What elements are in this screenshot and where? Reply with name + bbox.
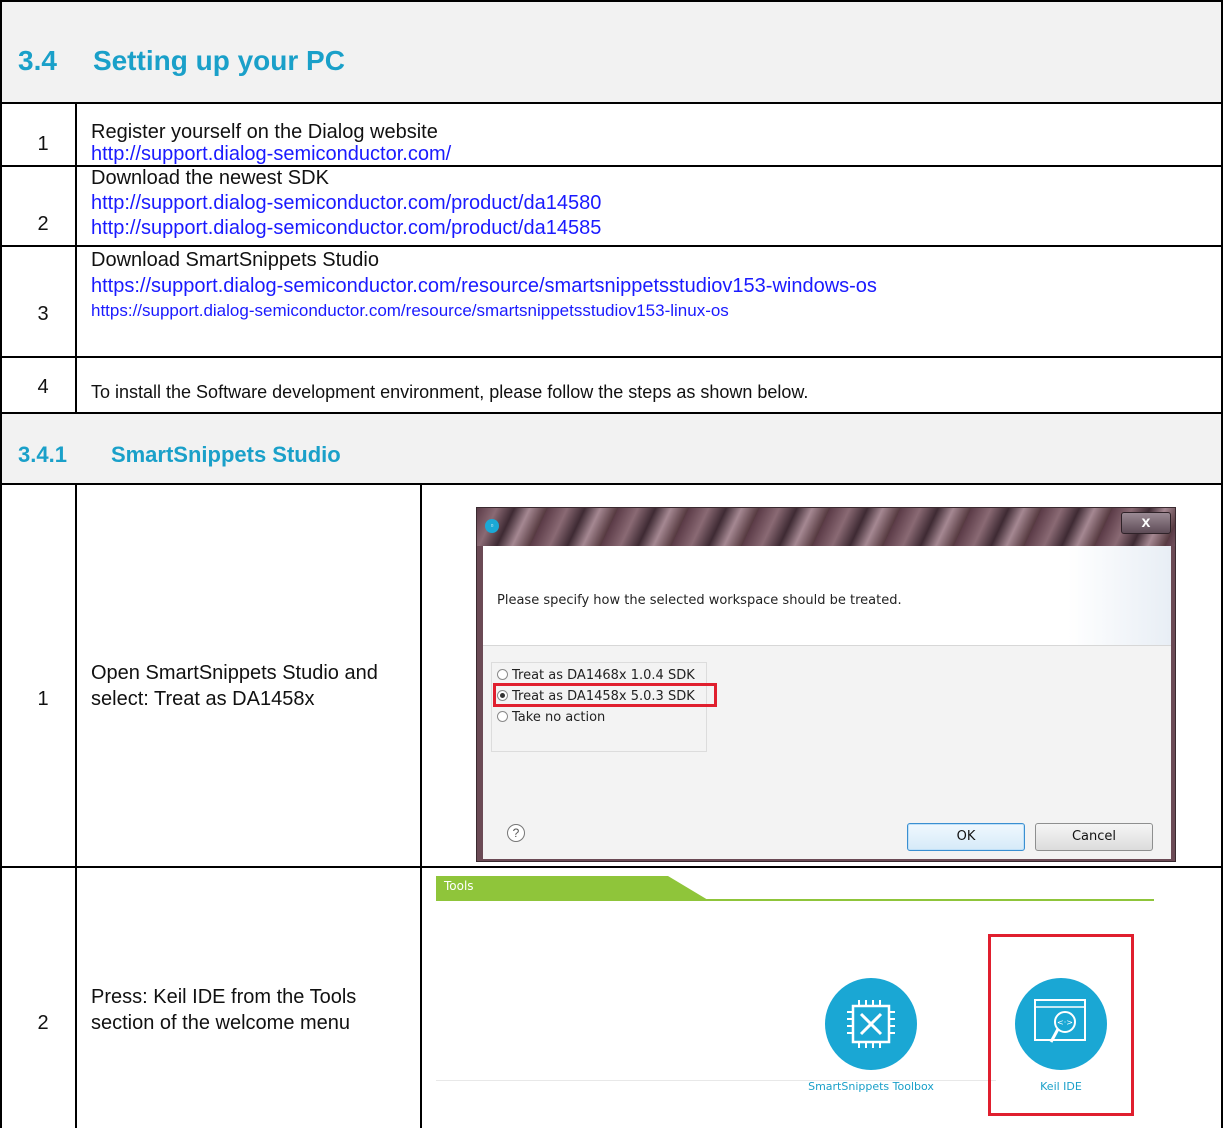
workspace-dialog: ▫ x Please specify how the selected work…	[476, 507, 1176, 862]
tools-panel: Tools SmartSnippets Toolbox <·> Keil IDE	[436, 870, 1156, 1118]
subsection-header: 3.4.1 SmartSnippets Studio	[1, 413, 1222, 483]
table-border	[75, 102, 77, 414]
step-text: Download the newest SDK http://support.d…	[91, 167, 601, 239]
app-icon: ▫	[485, 519, 499, 533]
step-link[interactable]: https://support.dialog-semiconductor.com…	[91, 275, 877, 297]
step-line: To install the Software development envi…	[91, 382, 809, 402]
dialog-message-area: Please specify how the selected workspac…	[483, 546, 1171, 646]
section-title-text: Setting up your PC	[92, 45, 345, 76]
table-border	[0, 165, 1223, 167]
step-link[interactable]: http://support.dialog-semiconductor.com/…	[91, 192, 601, 214]
step-number: 2	[37, 213, 49, 235]
option-label: Take no action	[512, 710, 606, 725]
subsection-title: 3.4.1 SmartSnippets Studio	[18, 442, 341, 468]
radio-icon[interactable]	[497, 669, 508, 680]
dialog-prompt: Please specify how the selected workspac…	[497, 593, 902, 608]
step-line: Download SmartSnippets Studio	[91, 249, 379, 271]
tools-tab	[436, 876, 708, 900]
tools-tab-label: Tools	[444, 879, 474, 893]
substep-text: Open SmartSnippets Studio and select: Tr…	[91, 662, 378, 710]
step-line: Register yourself on the Dialog website	[91, 121, 438, 143]
step-number: 4	[37, 376, 49, 398]
substep-text: Press: Keil IDE from the Tools section o…	[91, 986, 357, 1034]
section-number: 3.4	[18, 45, 57, 76]
table-border	[0, 0, 1223, 2]
table-border	[0, 245, 1223, 247]
step-line: Download the newest SDK	[91, 167, 329, 189]
subsection-title-text: SmartSnippets Studio	[110, 442, 341, 467]
step-link[interactable]: https://support.dialog-semiconductor.com…	[91, 300, 877, 322]
table-border	[420, 483, 422, 1128]
table-border	[0, 483, 1223, 485]
cancel-button[interactable]: Cancel	[1035, 823, 1153, 851]
dialog-body: Please specify how the selected workspac…	[483, 546, 1171, 859]
step-number: 3	[37, 303, 49, 325]
dialog-options-area: Treat as DA1468x 1.0.4 SDK Treat as DA14…	[483, 646, 1171, 859]
section-header: 3.4 Setting up your PC	[1, 1, 1222, 102]
toolbox-icon[interactable]	[825, 978, 917, 1070]
step-text: Register yourself on the Dialog website …	[91, 121, 451, 165]
radio-icon[interactable]	[497, 711, 508, 722]
table-border	[0, 0, 2, 1128]
tools-divider	[436, 899, 1154, 901]
step-text: Download SmartSnippets Studio https://su…	[91, 249, 877, 322]
help-icon[interactable]: ?	[507, 824, 525, 842]
option-label: Treat as DA1468x 1.0.4 SDK	[512, 668, 695, 683]
subsection-number: 3.4.1	[18, 442, 67, 467]
table-border	[0, 412, 1223, 414]
close-button[interactable]: x	[1121, 512, 1171, 534]
step-link[interactable]: http://support.dialog-semiconductor.com/	[91, 143, 451, 165]
table-border	[0, 866, 1223, 868]
ok-button[interactable]: OK	[907, 823, 1025, 851]
tools-bottom-line	[436, 1080, 996, 1081]
option-no-action[interactable]: Take no action	[497, 710, 605, 725]
substep-number: 2	[37, 1012, 49, 1034]
selection-highlight	[493, 683, 717, 707]
keil-ide-highlight	[988, 934, 1134, 1116]
table-border	[75, 483, 77, 1128]
toolbox-label[interactable]: SmartSnippets Toolbox	[791, 1080, 951, 1093]
option-da1468x[interactable]: Treat as DA1468x 1.0.4 SDK	[497, 668, 695, 683]
section-title: 3.4 Setting up your PC	[18, 45, 345, 77]
dialog-titlebar: ▫ x	[477, 508, 1175, 546]
step-text: To install the Software development envi…	[91, 381, 808, 403]
step-number: 1	[37, 133, 49, 155]
table-border	[0, 102, 1223, 104]
step-link[interactable]: http://support.dialog-semiconductor.com/…	[91, 217, 601, 239]
substep-number: 1	[37, 688, 49, 710]
document-page: 3.4 Setting up your PC 1 Register yoursel…	[0, 0, 1223, 1128]
table-border	[0, 356, 1223, 358]
